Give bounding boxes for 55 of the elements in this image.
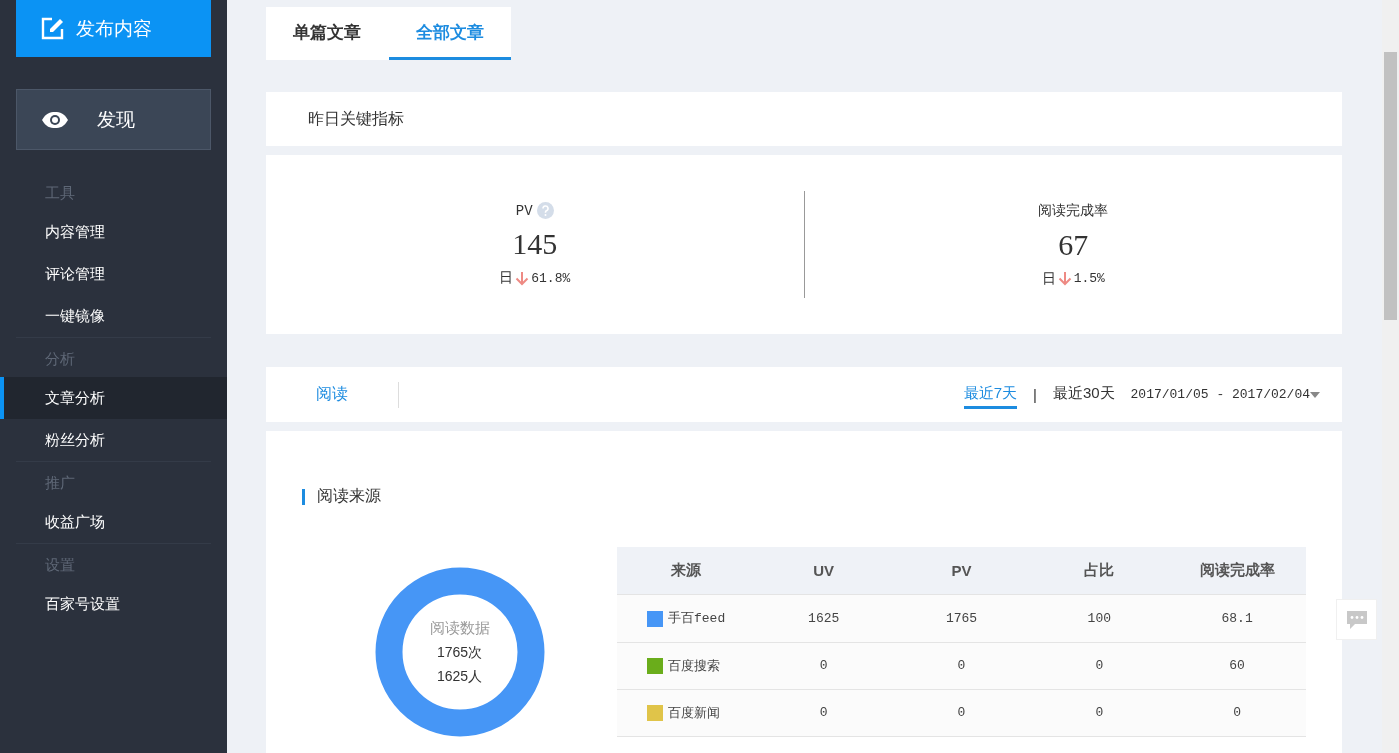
eye-icon	[41, 110, 69, 129]
sidebar-item[interactable]: 百家号设置	[0, 583, 227, 625]
sidebar-item[interactable]: 文章分析	[0, 377, 227, 419]
donut-people: 1625人	[436, 667, 483, 686]
edit-icon	[40, 16, 64, 41]
metric-name: PV	[515, 202, 533, 219]
table-cell: 0	[892, 689, 1031, 737]
table-cell: 0	[754, 642, 893, 690]
table-cell: 68.1	[1168, 594, 1306, 643]
table-cell: 100	[1030, 594, 1169, 643]
change-value: 1.5%	[1073, 271, 1105, 286]
metric-value: 67	[1058, 227, 1089, 262]
accent-bar	[302, 488, 305, 505]
date-range-picker[interactable]: 2017/01/05 - 2017/02/04	[1130, 387, 1320, 402]
table-cell: 0	[754, 689, 893, 737]
range-tab[interactable]: 最近7天	[963, 380, 1017, 409]
metric-name: 阅读完成率	[1038, 201, 1109, 220]
discover-button[interactable]: 发现	[16, 89, 211, 150]
sidebar-item[interactable]: 收益广场	[0, 501, 227, 543]
donut-label: 阅读数据	[429, 618, 490, 638]
table-cell: 0	[892, 642, 1031, 690]
table-cell: 0	[1030, 689, 1169, 737]
period-label: 日	[499, 269, 514, 287]
range-tab[interactable]: 最近30天	[1052, 380, 1115, 409]
donut-count: 1765次	[436, 643, 483, 662]
column-header: UV	[754, 547, 893, 595]
card-title: 昨日关键指标	[308, 108, 404, 129]
table-cell: 百度搜索	[617, 642, 755, 690]
separator: |	[1032, 386, 1037, 403]
sidebar-item[interactable]: 粉丝分析	[0, 419, 227, 461]
section-heading: 推广	[44, 473, 76, 493]
table-cell: 1765	[892, 594, 1031, 643]
column-header: 阅读完成率	[1168, 547, 1306, 595]
column-header: 占比	[1030, 547, 1169, 595]
table-cell: 0	[1030, 642, 1169, 690]
help-icon[interactable]	[536, 202, 554, 219]
table-cell: 手百feed	[617, 594, 755, 643]
table-cell: 1625	[754, 594, 893, 643]
metric-value: 145	[512, 227, 558, 261]
chat-button[interactable]	[1336, 599, 1377, 640]
section-heading: 分析	[44, 349, 76, 369]
caret-icon	[1310, 391, 1320, 398]
sidebar-item[interactable]: 一键镜像	[0, 295, 227, 337]
section-title: 阅读来源	[317, 486, 381, 506]
metric-tab[interactable]: 阅读	[266, 384, 398, 405]
sidebar-item[interactable]: 评论管理	[0, 253, 227, 295]
sidebar-item[interactable]: 内容管理	[0, 211, 227, 253]
table-cell: 60	[1168, 642, 1306, 690]
change-value: 61.8%	[531, 270, 571, 286]
column-header: 来源	[617, 547, 755, 595]
period-label: 日	[1041, 269, 1056, 288]
chat-icon	[1346, 610, 1367, 629]
column-header: PV	[892, 547, 1031, 595]
table-cell: 百度新闻	[617, 689, 755, 737]
table-cell: 0	[1168, 689, 1306, 737]
